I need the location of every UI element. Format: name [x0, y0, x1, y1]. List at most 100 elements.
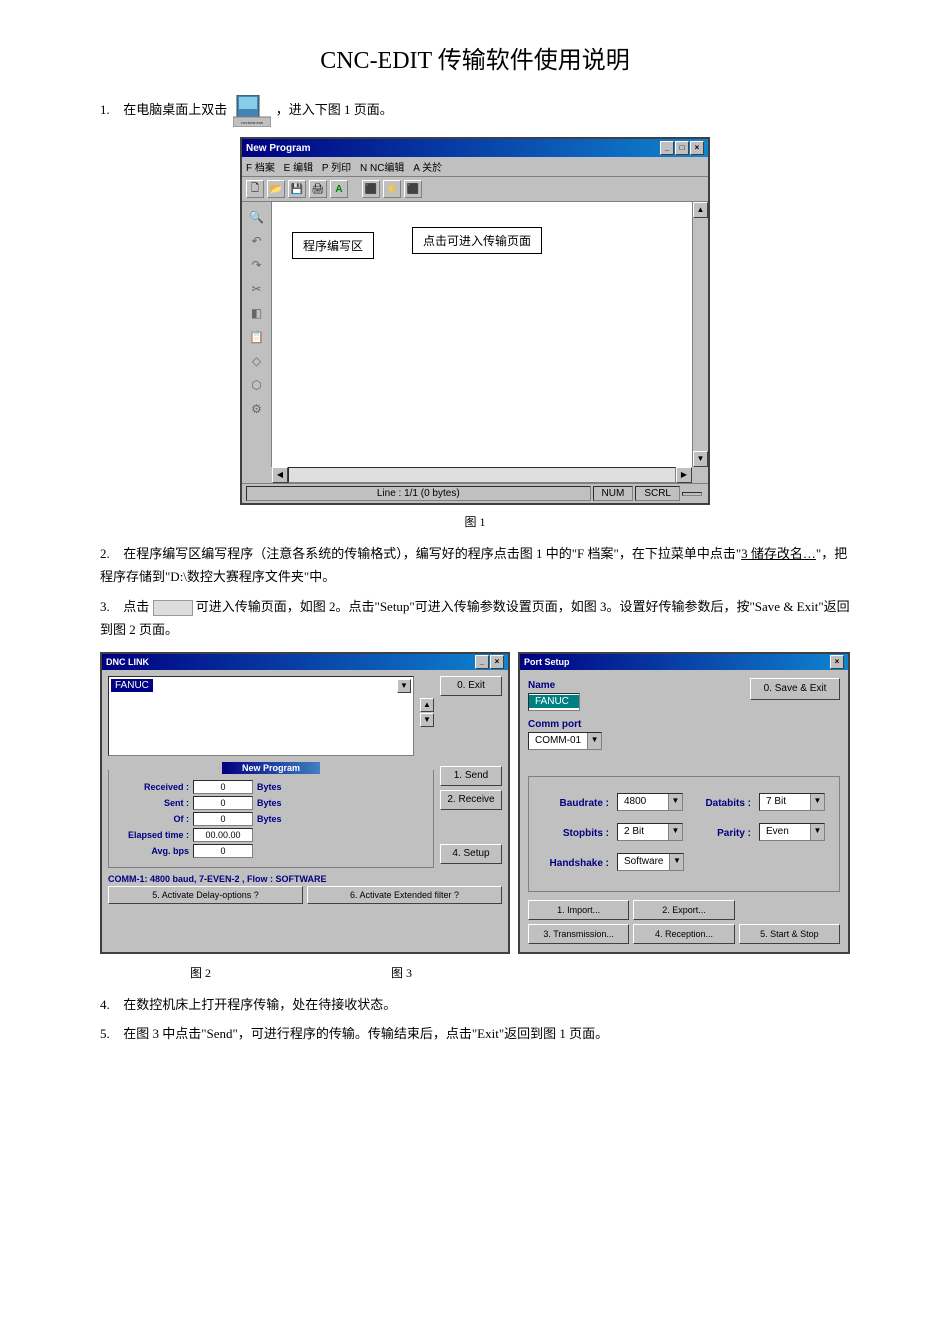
font-button[interactable]: A — [330, 180, 348, 198]
undo-icon[interactable]: ↶ — [248, 232, 266, 250]
step-num: 2. — [100, 542, 120, 565]
menu-bar: F 档案 E 编辑 P 列印 N NC编辑 A 关於 — [242, 157, 708, 177]
comm-value: COMM-01 — [529, 734, 587, 747]
editor-area[interactable]: 程序编写区 点击可进入传输页面 — [272, 202, 692, 467]
stopbits-label: Stopbits : — [539, 828, 609, 839]
start-stop-button[interactable]: 5. Start & Stop — [739, 924, 840, 944]
figure-2-caption: 图 2 — [190, 964, 211, 981]
reception-button[interactable]: 4. Reception... — [633, 924, 734, 944]
vertical-scrollbar[interactable]: ▲ ▼ — [692, 202, 708, 467]
menu-file[interactable]: F 档案 — [246, 163, 275, 174]
receive-button[interactable]: 2. Receive — [440, 790, 502, 810]
save-exit-button[interactable]: 0. Save & Exit — [750, 678, 840, 700]
step-4: 4. 在数控机床上打开程序传输，处在待接收状态。 — [100, 993, 850, 1016]
received-label: Received : — [117, 782, 189, 792]
of-label: Of : — [117, 814, 189, 824]
stopbits-value: 2 Bit — [618, 825, 668, 838]
sent-value: 0 — [193, 796, 253, 810]
export-button[interactable]: 2. Export... — [633, 900, 734, 920]
dropdown-icon[interactable]: ▼ — [668, 794, 682, 810]
minimize-button[interactable]: _ — [475, 655, 489, 669]
step-text: 在图 3 中点击"Send"，可进行程序的传输。传输结束后，点击"Exit"返回… — [123, 1026, 608, 1041]
delay-options-button[interactable]: 5. Activate Delay-options ? — [108, 886, 303, 904]
find-icon[interactable]: 🔍 — [248, 208, 266, 226]
machine-name-list[interactable]: FANUC ▼ — [108, 676, 414, 756]
menu-about[interactable]: A 关於 — [413, 163, 442, 174]
spin-up-icon[interactable]: ▲ — [420, 698, 434, 712]
parity-select[interactable]: Even ▼ — [759, 823, 825, 841]
dnc-link-window: DNC LINK _ × FANUC ▼ ▲ ▼ 0. Exit — [100, 652, 510, 954]
dropdown-icon[interactable]: ▼ — [810, 794, 824, 810]
dropdown-icon[interactable]: ▼ — [669, 854, 683, 870]
menu-ncedit[interactable]: N NC编辑 — [360, 163, 404, 174]
dnc-button-2[interactable]: ⚡ — [383, 180, 401, 198]
save-button[interactable]: 💾 — [288, 180, 306, 198]
maximize-button[interactable]: □ — [675, 141, 689, 155]
dnc-button-1[interactable]: ⬛ — [362, 180, 380, 198]
page-title: CNC-EDIT 传输软件使用说明 — [100, 40, 850, 75]
open-button[interactable]: 📂 — [267, 180, 285, 198]
databits-select[interactable]: 7 Bit ▼ — [759, 793, 825, 811]
handshake-label: Handshake : — [539, 858, 609, 869]
of-value: 0 — [193, 812, 253, 826]
horizontal-scrollbar[interactable] — [288, 467, 676, 483]
transmission-button[interactable]: 3. Transmission... — [528, 924, 629, 944]
baudrate-select[interactable]: 4800 ▼ — [617, 793, 683, 811]
redo-icon[interactable]: ↷ — [248, 256, 266, 274]
scroll-down-icon[interactable]: ▼ — [693, 451, 708, 467]
close-button[interactable]: × — [490, 655, 504, 669]
step-1: 1. 在电脑桌面上双击 CNCEDIT.EXE ，进入下图 1 页面。 — [100, 95, 850, 127]
avg-value: 0 — [193, 844, 253, 858]
tool-icon[interactable]: ◇ — [248, 352, 266, 370]
paste-icon[interactable]: 📋 — [248, 328, 266, 346]
baudrate-value: 4800 — [618, 795, 668, 808]
exit-button[interactable]: 0. Exit — [440, 676, 502, 696]
avg-label: Avg. bps — [117, 846, 189, 856]
tool-icon[interactable]: ◧ — [248, 304, 266, 322]
stopbits-select[interactable]: 2 Bit ▼ — [617, 823, 683, 841]
scroll-up-icon[interactable]: ▲ — [693, 202, 708, 218]
spin-down-icon[interactable]: ▼ — [420, 713, 434, 727]
sent-unit: Bytes — [257, 798, 282, 808]
scroll-left-icon[interactable]: ◀ — [272, 467, 288, 483]
minimize-button[interactable]: _ — [660, 141, 674, 155]
step-text: 在程序编写区编写程序（注意各系统的传输格式），编写好的程序点击图 1 中的"F … — [123, 546, 741, 561]
dropdown-icon[interactable]: ▼ — [587, 733, 601, 749]
cut-icon[interactable]: ✂ — [248, 280, 266, 298]
params-group: Baudrate : 4800 ▼ Databits : 7 Bit ▼ Sto… — [528, 776, 840, 892]
step-num: 4. — [100, 993, 120, 1016]
dropdown-icon[interactable]: ▼ — [397, 679, 411, 693]
databits-label: Databits : — [691, 798, 751, 809]
menu-edit[interactable]: E 编辑 — [284, 163, 313, 174]
comm-port-select[interactable]: COMM-01 ▼ — [528, 732, 602, 750]
scroll-right-icon[interactable]: ▶ — [676, 467, 692, 483]
of-unit: Bytes — [257, 814, 282, 824]
comm-info: COMM-1: 4800 baud, 7-EVEN-2 , Flow : SOF… — [108, 874, 502, 884]
handshake-select[interactable]: Software ▼ — [617, 853, 684, 871]
close-button[interactable]: × — [830, 655, 844, 669]
dropdown-icon[interactable]: ▼ — [668, 824, 682, 840]
dropdown-icon[interactable]: ▼ — [810, 824, 824, 840]
side-toolbar: 🔍 ↶ ↷ ✂ ◧ 📋 ◇ ⬡ ⚙ — [242, 202, 272, 467]
print-button[interactable]: 🖨 — [309, 180, 327, 198]
toolbar: 🗋 📂 💾 🖨 A ⬛ ⚡ ⬛ — [242, 177, 708, 202]
window-title: DNC LINK — [106, 657, 149, 667]
settings-icon[interactable]: ⚙ — [248, 400, 266, 418]
handshake-value: Software — [618, 855, 669, 868]
setup-button[interactable]: 4. Setup — [440, 844, 502, 864]
name-select[interactable]: FANUC — [528, 693, 580, 711]
dnc-button-3[interactable]: ⬛ — [404, 180, 422, 198]
new-button[interactable]: 🗋 — [246, 180, 264, 198]
menu-print[interactable]: P 列印 — [322, 163, 351, 174]
step-num: 3. — [100, 595, 120, 618]
close-button[interactable]: × — [690, 141, 704, 155]
import-button[interactable]: 1. Import... — [528, 900, 629, 920]
window-title: Port Setup — [524, 657, 570, 667]
send-button[interactable]: 1. Send — [440, 766, 502, 786]
received-value: 0 — [193, 780, 253, 794]
comm-port-label: Comm port — [528, 719, 602, 730]
tool-icon[interactable]: ⬡ — [248, 376, 266, 394]
extended-filter-button[interactable]: 6. Activate Extended filter ? — [307, 886, 502, 904]
callout-click: 点击可进入传输页面 — [412, 227, 542, 254]
step-text: 可进入传输页面，如图 2。点击"Setup"可进入传输参数设置页面，如图 3。设… — [100, 599, 850, 637]
